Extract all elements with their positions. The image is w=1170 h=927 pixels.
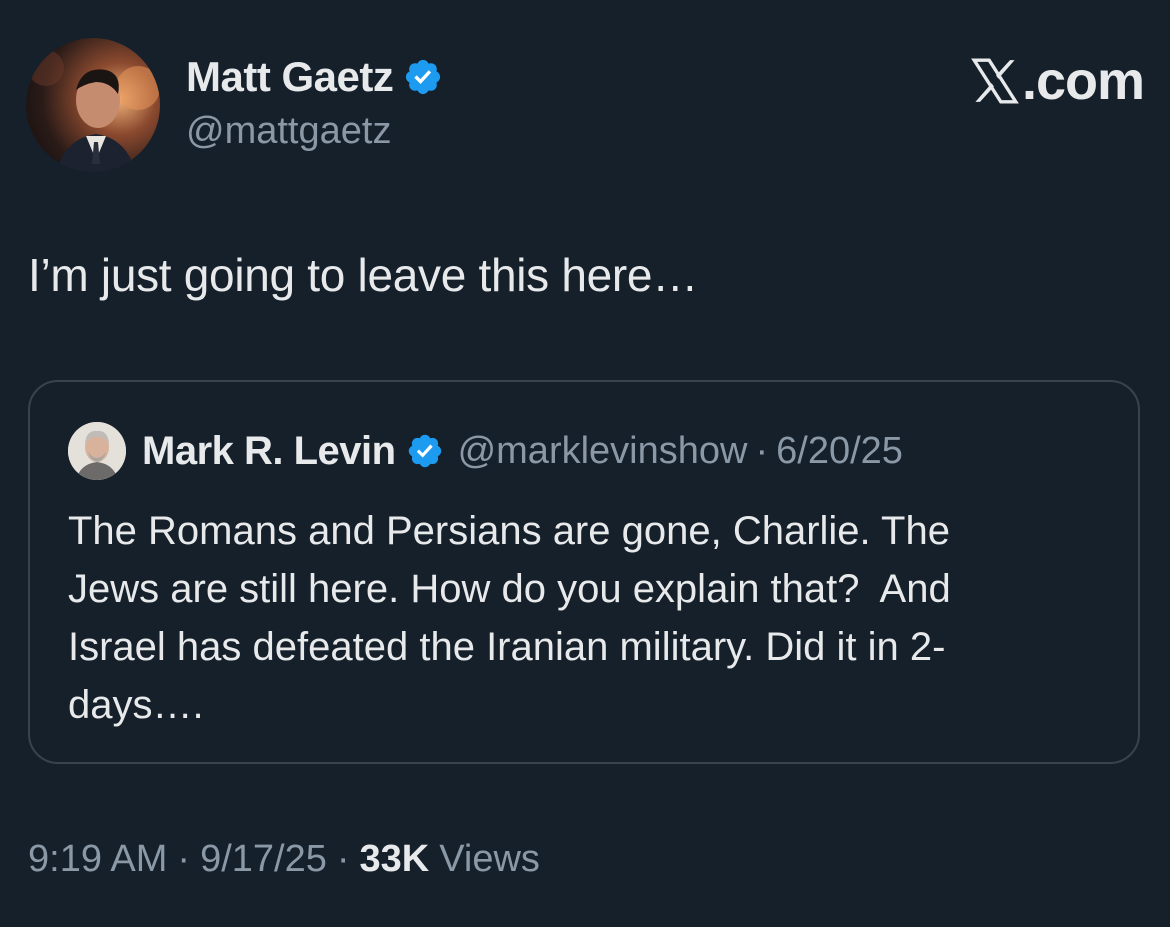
author-avatar-image (28, 50, 160, 172)
author-avatar[interactable] (26, 38, 160, 172)
quoted-post-card[interactable]: Mark R. Levin @marklevinshow · 6/20/25 T… (28, 380, 1140, 764)
quoted-author-handle[interactable]: @marklevinshow (458, 430, 748, 473)
post-date[interactable]: 9/17/25 (200, 838, 327, 881)
author-display-name[interactable]: Matt Gaetz (186, 53, 394, 101)
post-header: Matt Gaetz @mattgaetz .com (26, 38, 1145, 172)
x-brand-logo: .com (970, 50, 1145, 112)
post-meta: 9:19 AM · 9/17/25 · 33K Views (28, 838, 540, 881)
verified-badge-icon (408, 434, 441, 468)
post-text: I’m just going to leave this here… (28, 249, 698, 301)
views-count[interactable]: 33K (360, 838, 430, 881)
author-name-row: Matt Gaetz (186, 52, 443, 102)
verified-badge-icon (406, 59, 441, 95)
quoted-author-avatar[interactable] (68, 422, 126, 480)
author-handle[interactable]: @mattgaetz (186, 110, 391, 153)
quoted-header-separator: · (755, 429, 769, 472)
quoted-author-avatar-image (68, 422, 126, 480)
quoted-post-header: Mark R. Levin @marklevinshow · 6/20/25 (68, 422, 903, 480)
quoted-post-date[interactable]: 6/20/25 (776, 430, 903, 473)
x-brand-text: .com (1021, 51, 1145, 111)
meta-separator: · (177, 838, 191, 880)
meta-separator: · (336, 838, 350, 880)
views-label[interactable]: Views (439, 838, 540, 881)
x-logo-icon (971, 58, 1019, 104)
post-time[interactable]: 9:19 AM (28, 838, 167, 881)
quoted-author-display-name[interactable]: Mark R. Levin (142, 429, 396, 474)
quoted-post-text: The Romans and Persians are gone, Charli… (68, 509, 951, 727)
